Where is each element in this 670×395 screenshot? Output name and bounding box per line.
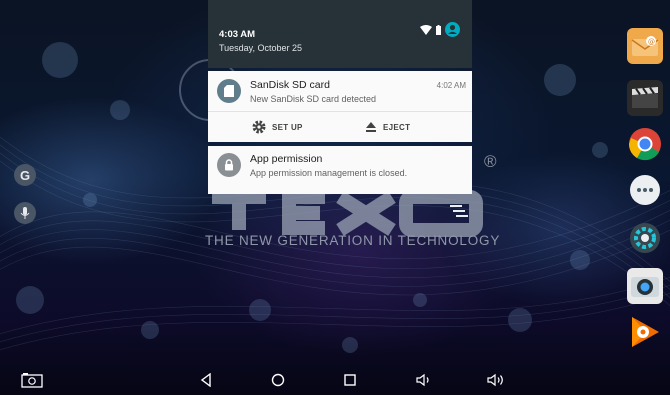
- date[interactable]: Tuesday, October 25: [219, 43, 302, 53]
- eject-icon: [366, 122, 376, 132]
- recents-button[interactable]: [338, 369, 362, 391]
- volume-down-button[interactable]: [412, 369, 436, 391]
- google-search-shortcut[interactable]: G: [14, 164, 36, 186]
- user-account-icon[interactable]: [445, 22, 460, 37]
- back-button[interactable]: [194, 369, 218, 391]
- navigation-bar: [0, 365, 670, 395]
- wifi-icon: [420, 24, 432, 35]
- volume-up-icon: [487, 373, 503, 387]
- notification-text: App permission management is closed.: [250, 168, 408, 178]
- eject-label: EJECT: [383, 122, 411, 132]
- play-music-icon: [632, 317, 659, 347]
- notification-app-permission[interactable]: App permission App permission management…: [208, 146, 472, 194]
- volume-up-button[interactable]: [484, 369, 508, 391]
- status-icons: [420, 22, 460, 37]
- quick-settings-header[interactable]: 4:03 AM Tuesday, October 25: [208, 0, 472, 68]
- app-drawer-button[interactable]: [627, 172, 663, 208]
- notification-title: App permission: [250, 153, 323, 165]
- divider: [208, 111, 472, 112]
- eject-button[interactable]: EJECT: [365, 117, 410, 137]
- video-app[interactable]: [627, 80, 663, 116]
- play-music-app[interactable]: [627, 314, 663, 350]
- email-icon: @: [631, 36, 659, 56]
- notification-text: New SanDisk SD card detected: [250, 94, 377, 104]
- svg-text:@: @: [648, 38, 655, 46]
- chrome-icon: [628, 128, 661, 161]
- registered-mark: ®: [484, 152, 497, 171]
- screenshot-button[interactable]: [19, 369, 45, 391]
- clear-all-icon[interactable]: [450, 205, 468, 219]
- camera-icon: [631, 277, 659, 297]
- camera-app[interactable]: [627, 268, 663, 304]
- notification-title: SanDisk SD card: [250, 79, 330, 91]
- gear-icon: [252, 120, 266, 134]
- settings-app[interactable]: [627, 220, 663, 256]
- recents-icon: [344, 374, 356, 386]
- app-drawer-icon: [630, 175, 660, 205]
- notification-time: 4:02 AM: [436, 81, 466, 90]
- voice-search-shortcut[interactable]: [14, 202, 36, 224]
- brand-tagline: THE NEW GENERATION IN TECHNOLOGY: [205, 233, 501, 248]
- google-icon: G: [19, 167, 31, 183]
- screenshot-icon: [21, 373, 43, 388]
- setup-button[interactable]: SET UP: [252, 117, 303, 137]
- setup-label: SET UP: [272, 122, 303, 132]
- video-icon: [632, 87, 658, 108]
- home-icon: [271, 373, 285, 387]
- back-icon: [200, 373, 211, 387]
- lock-icon: [217, 153, 241, 177]
- email-app[interactable]: @: [627, 28, 663, 64]
- sd-card-icon: [217, 79, 241, 103]
- home-button[interactable]: [266, 369, 290, 391]
- settings-icon: [630, 223, 660, 253]
- microphone-icon: [20, 206, 30, 219]
- clock: 4:03 AM: [219, 29, 256, 40]
- battery-icon: [436, 24, 441, 35]
- volume-down-icon: [416, 373, 429, 387]
- notification-sd-card[interactable]: SanDisk SD card New SanDisk SD card dete…: [208, 71, 472, 142]
- chrome-app[interactable]: [627, 126, 663, 162]
